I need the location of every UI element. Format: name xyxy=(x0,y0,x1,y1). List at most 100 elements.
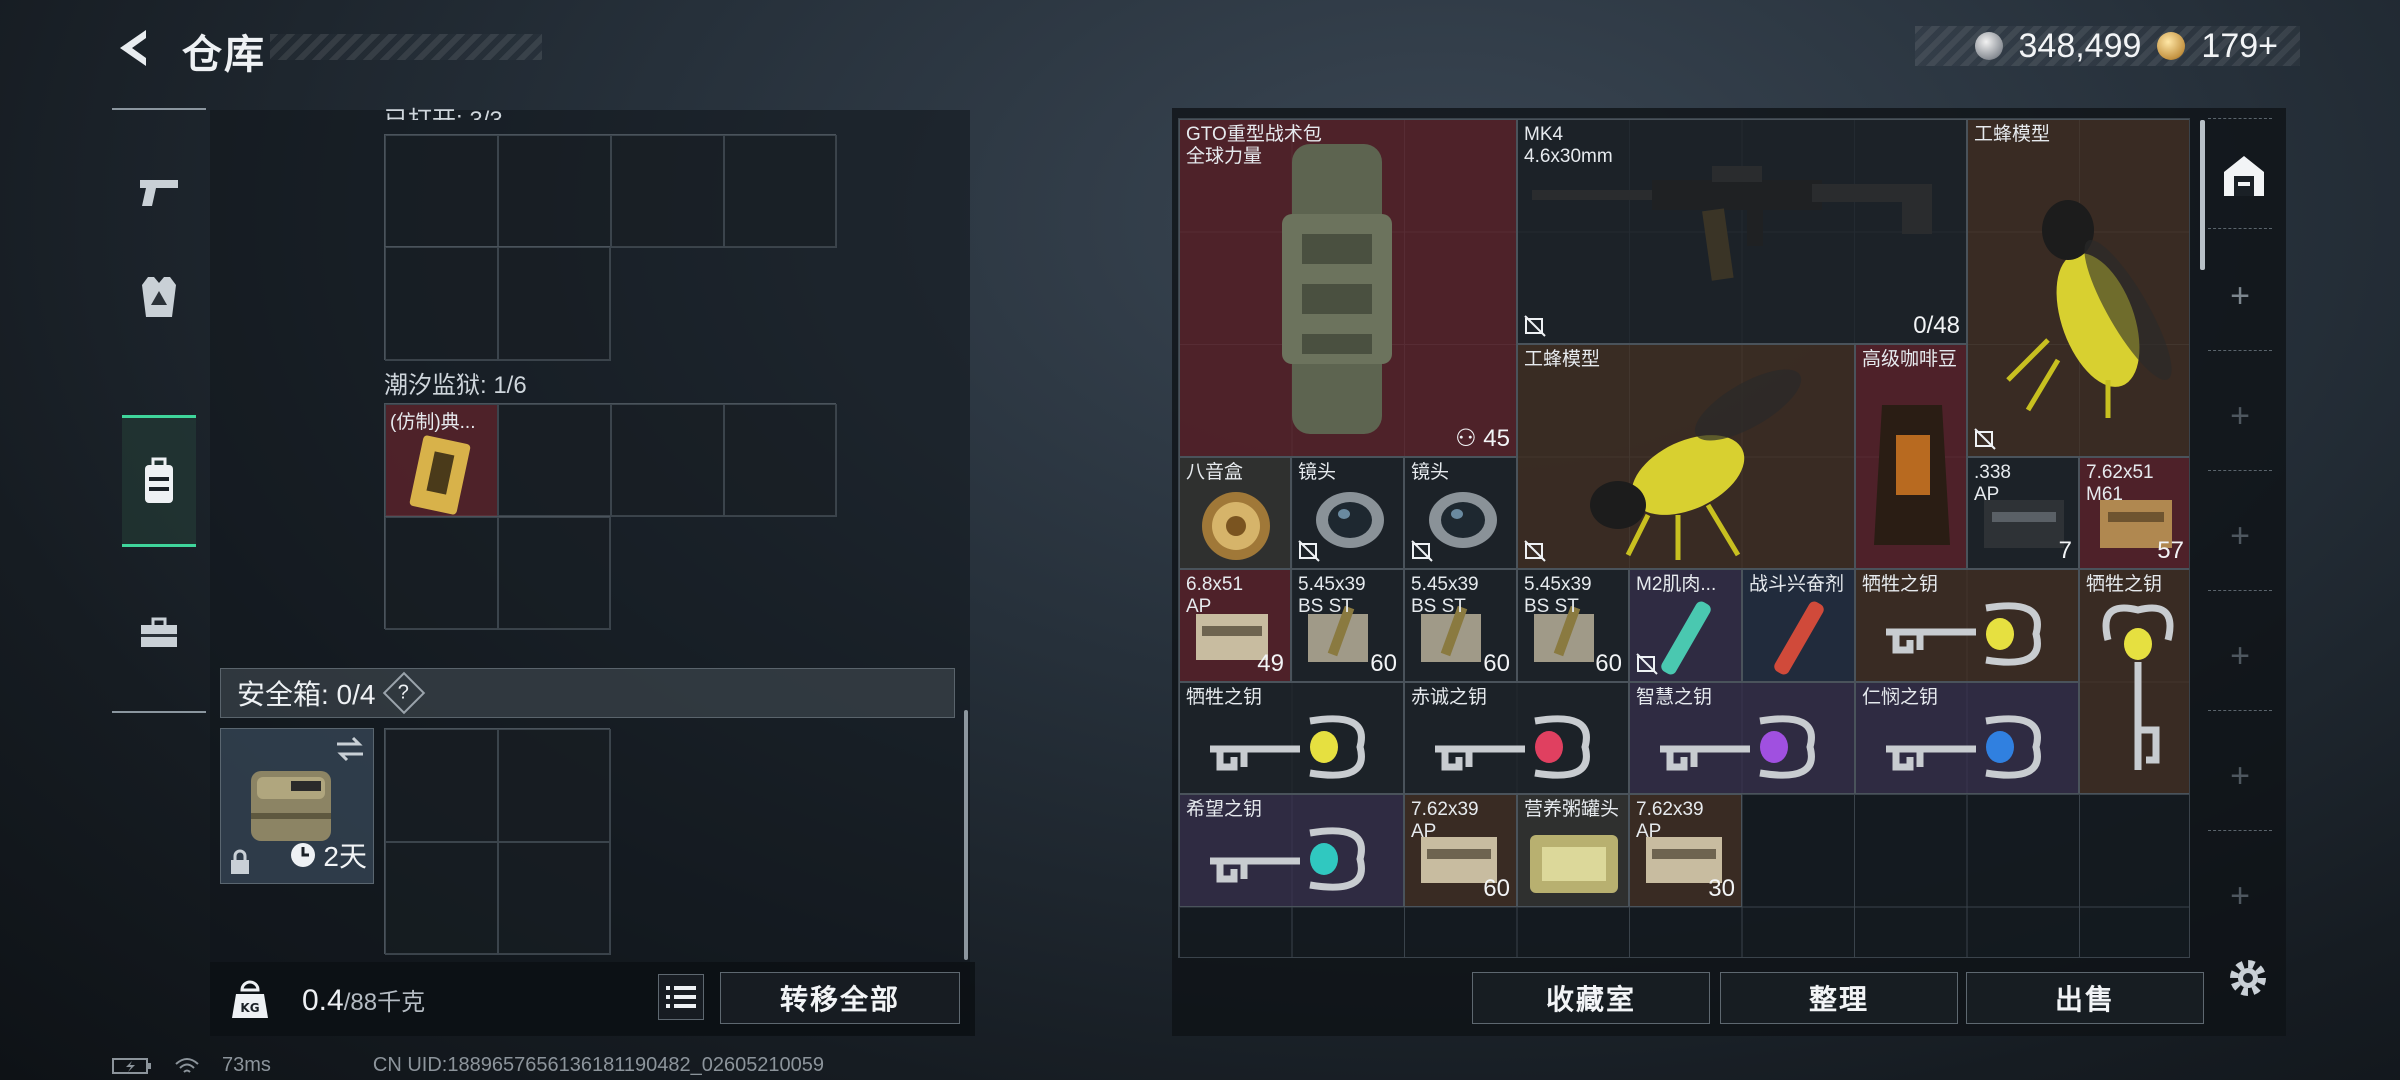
grid-cell[interactable] xyxy=(498,247,611,361)
item-count: 60 xyxy=(1595,650,1622,677)
item-coffee-beans[interactable]: 高级咖啡豆 xyxy=(1855,344,1967,569)
sell-button[interactable]: 出售 xyxy=(1966,972,2204,1024)
safe-box-item[interactable]: 2天 xyxy=(220,728,374,884)
gold-amount: 179+ xyxy=(2201,26,2278,65)
replica-card-icon xyxy=(409,435,471,515)
item-music-box[interactable]: 八音盒 xyxy=(1179,457,1291,569)
container1-grid-top[interactable] xyxy=(384,134,837,248)
item-name: 7.62x39 AP xyxy=(1636,799,1704,842)
item-ammo-762x39[interactable]: 7.62x39 AP 30 xyxy=(1629,794,1742,907)
item-ammo-338[interactable]: .338 AP 7 xyxy=(1967,457,2079,569)
gold-coin-icon xyxy=(2157,32,2186,60)
grid-cell[interactable] xyxy=(498,404,611,517)
item-bee-model[interactable]: 工蜂模型 xyxy=(1517,344,1855,569)
container1-grid-bottom[interactable] xyxy=(384,246,611,361)
item-rifle-mk4[interactable]: MK4 4.6x30mm 0/48 xyxy=(1517,119,1967,344)
sort-button[interactable]: 整理 xyxy=(1720,972,1958,1024)
not-insured-icon xyxy=(1524,315,1546,337)
item-ammo-68x51[interactable]: 6.8x51 AP 49 xyxy=(1179,569,1291,682)
add-stash-tab-button[interactable]: + xyxy=(2220,756,2260,796)
collection-room-button[interactable]: 收藏室 xyxy=(1472,972,1710,1024)
title-decoration xyxy=(270,34,542,60)
item-bee-model[interactable]: 工蜂模型 xyxy=(1967,119,2189,457)
status-bar: 73ms CN UID:1889657656136181190482_02605… xyxy=(112,1054,824,1077)
armor-icon xyxy=(142,277,176,317)
item-ammo-545x39[interactable]: 5.45x39 BS ST 60 xyxy=(1291,569,1404,682)
item-name: 6.8x51 AP xyxy=(1186,574,1244,617)
nav-toolbox[interactable] xyxy=(122,588,196,678)
list-icon xyxy=(666,986,696,1008)
item-name: 镜头 xyxy=(1411,462,1450,483)
grid-cell[interactable] xyxy=(724,404,837,517)
item-lens[interactable]: 镜头 xyxy=(1404,457,1517,569)
item-ammo-545x39[interactable]: 5.45x39 BS ST 60 xyxy=(1517,569,1629,682)
item-key-loyalty[interactable]: 赤诚之钥 xyxy=(1404,682,1629,794)
grid-cell[interactable] xyxy=(385,247,498,361)
item-name: 营养粥罐头 xyxy=(1524,799,1620,820)
item-backpack[interactable]: GTO重型战术包 全球力量 ⚇ 45 xyxy=(1179,119,1517,457)
add-stash-tab-button[interactable]: + xyxy=(2220,636,2260,676)
item-key-sacrifice[interactable]: 牺牲之钥 xyxy=(1855,569,2079,682)
grid-cell[interactable] xyxy=(498,729,611,842)
injector-icon xyxy=(1661,601,1711,675)
nav-armor[interactable] xyxy=(122,252,196,342)
back-arrow-icon xyxy=(120,30,146,66)
grid-cell[interactable] xyxy=(385,517,498,630)
add-stash-tab-button[interactable]: + xyxy=(2220,396,2260,436)
backpack-icon xyxy=(145,457,173,503)
item-ammo-762x39[interactable]: 7.62x39 AP 60 xyxy=(1404,794,1517,907)
item-food-can[interactable]: 营养粥罐头 xyxy=(1517,794,1629,907)
add-stash-tab-button[interactable]: + xyxy=(2220,876,2260,916)
item-key-hope[interactable]: 希望之钥 xyxy=(1179,794,1404,907)
transfer-all-button[interactable]: 转移全部 xyxy=(720,972,960,1024)
left-scrollbar[interactable] xyxy=(964,710,968,960)
item-ammo-count: 0/48 xyxy=(1913,312,1960,339)
key-icon xyxy=(2102,604,2174,770)
item-key-sacrifice[interactable]: 牺牲之钥 xyxy=(2079,569,2189,794)
item-name: 八音盒 xyxy=(1186,462,1244,483)
item-key-sacrifice[interactable]: 牺牲之钥 xyxy=(1179,682,1404,794)
grid-cell[interactable] xyxy=(385,729,498,842)
item-slot-replica[interactable]: (仿制)典... xyxy=(385,404,498,517)
grid-cell[interactable] xyxy=(385,135,498,248)
container2-grid-top[interactable]: (仿制)典... xyxy=(384,403,837,517)
not-insured-icon xyxy=(1298,540,1320,562)
item-ammo-545x39[interactable]: 5.45x39 BS ST 60 xyxy=(1404,569,1517,682)
stim-icon xyxy=(1774,601,1824,675)
item-name: 7.62x39 AP xyxy=(1411,799,1479,842)
item-count: ⚇ 45 xyxy=(1455,425,1510,452)
item-key-mercy[interactable]: 仁悯之钥 xyxy=(1855,682,2079,794)
stash-main-tab[interactable] xyxy=(2220,152,2268,200)
container2-grid-bottom[interactable] xyxy=(384,516,611,630)
grid-cell[interactable] xyxy=(611,404,724,517)
add-stash-tab-button[interactable]: + xyxy=(2220,276,2260,316)
help-icon[interactable]: ? xyxy=(383,671,426,715)
item-lens[interactable]: 镜头 xyxy=(1291,457,1404,569)
page-title: 仓库 xyxy=(182,33,266,77)
add-stash-tab-button[interactable]: + xyxy=(2220,516,2260,556)
nav-weapons[interactable] xyxy=(122,146,196,236)
safe-box-grid[interactable] xyxy=(384,728,611,955)
grid-cell[interactable] xyxy=(611,135,724,248)
item-m2-injector[interactable]: M2肌肉... xyxy=(1629,569,1742,682)
coffee-bag-icon xyxy=(1874,405,1950,545)
nav-backpack[interactable] xyxy=(122,415,196,547)
rifle-icon xyxy=(1532,166,1932,281)
settings-button[interactable] xyxy=(2224,954,2272,1002)
item-ammo-762x51[interactable]: 7.62x51 M61 57 xyxy=(2079,457,2189,569)
item-key-wisdom[interactable]: 智慧之钥 xyxy=(1629,682,1855,794)
stash-grid[interactable]: GTO重型战术包 全球力量 ⚇ 45 MK4 4.6x30mm 0/48 工蜂模… xyxy=(1178,118,2190,958)
grid-cell[interactable] xyxy=(385,842,498,955)
item-combat-stim[interactable]: 战斗兴奋剂 xyxy=(1742,569,1855,682)
back-button[interactable] xyxy=(112,24,160,72)
list-view-button[interactable] xyxy=(658,974,704,1020)
swap-icon[interactable] xyxy=(335,735,365,763)
item-name: 7.62x51 M61 xyxy=(2086,462,2154,505)
item-name: 赤诚之钥 xyxy=(1411,687,1488,708)
key-icon xyxy=(1210,715,1365,779)
battery-icon xyxy=(112,1057,151,1074)
grid-cell[interactable] xyxy=(498,842,611,955)
grid-cell[interactable] xyxy=(724,135,837,248)
grid-cell[interactable] xyxy=(498,135,611,248)
grid-cell[interactable] xyxy=(498,517,611,630)
